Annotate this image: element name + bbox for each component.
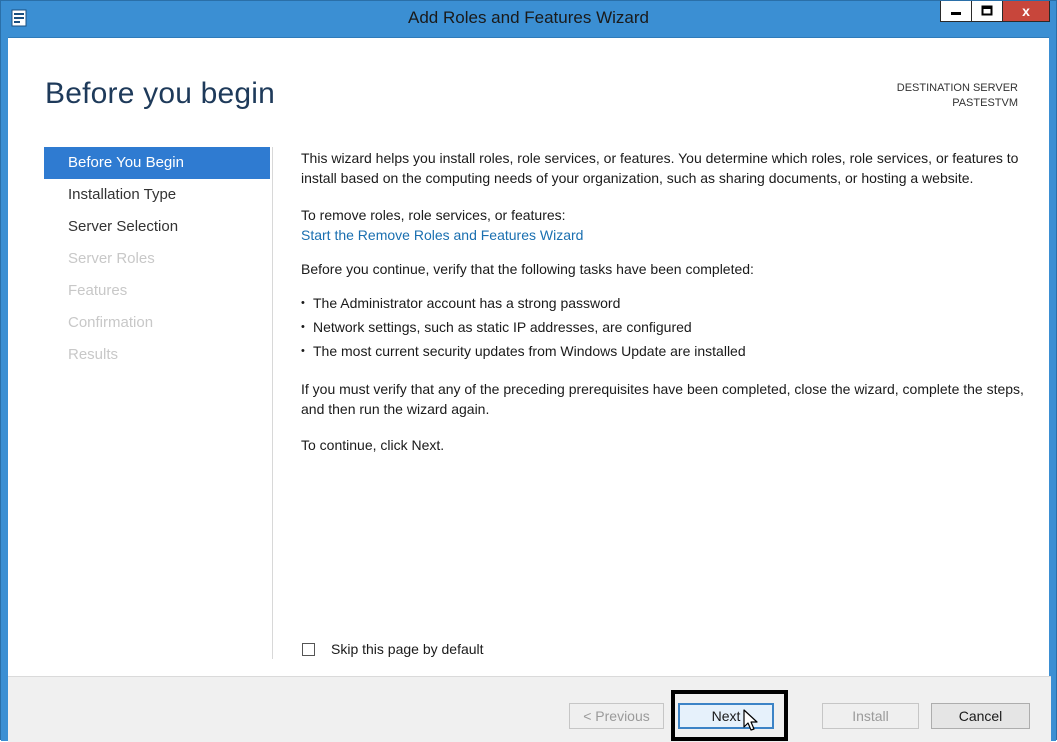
nav-item-features: Features xyxy=(68,282,128,299)
skip-page-label: Skip this page by default xyxy=(331,641,484,657)
cancel-button[interactable]: Cancel xyxy=(931,703,1030,729)
intro-text: This wizard helps you install roles, rol… xyxy=(301,150,1019,186)
nav-item-confirmation: Confirmation xyxy=(68,314,154,331)
maximize-icon[interactable] xyxy=(971,1,1003,22)
next-button-highlight xyxy=(671,690,788,741)
skip-page-option[interactable]: Skip this page by default xyxy=(302,641,484,657)
destination-server-name: PASTESTVM xyxy=(952,97,1018,109)
list-item: The Administrator account has a strong p… xyxy=(301,291,1031,315)
nav-divider xyxy=(272,147,273,659)
wizard-window: Add Roles and Features Wizard x Before y… xyxy=(0,0,1057,742)
previous-button[interactable]: < Previous xyxy=(569,703,664,729)
close-icon[interactable]: x xyxy=(1002,1,1050,22)
nav-item-server-roles: Server Roles xyxy=(68,250,155,267)
nav-item-installation-type[interactable]: Installation Type xyxy=(44,179,270,211)
title-bar[interactable]: Add Roles and Features Wizard x xyxy=(1,1,1056,38)
nav-item-before-you-begin[interactable]: Before You Begin xyxy=(44,147,270,179)
list-item: The most current security updates from W… xyxy=(301,339,1031,363)
window-controls: x xyxy=(940,1,1050,23)
remove-prompt: To remove roles, role services, or featu… xyxy=(301,207,566,223)
window-title: Add Roles and Features Wizard xyxy=(408,8,649,27)
destination-server: DESTINATION SERVER PASTESTVM xyxy=(897,81,1018,111)
wizard-steps-nav: Before You Begin Installation Type Serve… xyxy=(44,147,270,371)
prerequisite-list: The Administrator account has a strong p… xyxy=(301,291,1031,363)
nav-item-results: Results xyxy=(68,346,119,363)
verify-prompt: Before you continue, verify that the fol… xyxy=(301,261,754,277)
page-title: Before you begin xyxy=(45,77,276,110)
continue-note: To continue, click Next. xyxy=(301,437,445,453)
window-frame-right xyxy=(1049,37,1056,741)
mouse-pointer-icon xyxy=(743,709,758,731)
install-button[interactable]: Install xyxy=(822,703,919,729)
content-pane: This wizard helps you install roles, rol… xyxy=(301,148,1031,455)
window-frame-left xyxy=(1,37,8,741)
minimize-icon[interactable] xyxy=(940,1,972,22)
destination-label: DESTINATION SERVER xyxy=(896,82,1018,94)
nav-item-server-selection[interactable]: Server Selection xyxy=(44,211,270,243)
remove-roles-link[interactable]: Start the Remove Roles and Features Wiza… xyxy=(301,225,1031,245)
list-item: Network settings, such as static IP addr… xyxy=(301,315,1031,339)
skip-page-checkbox[interactable] xyxy=(302,642,315,656)
prereq-note: If you must verify that any of the prece… xyxy=(301,381,1024,417)
